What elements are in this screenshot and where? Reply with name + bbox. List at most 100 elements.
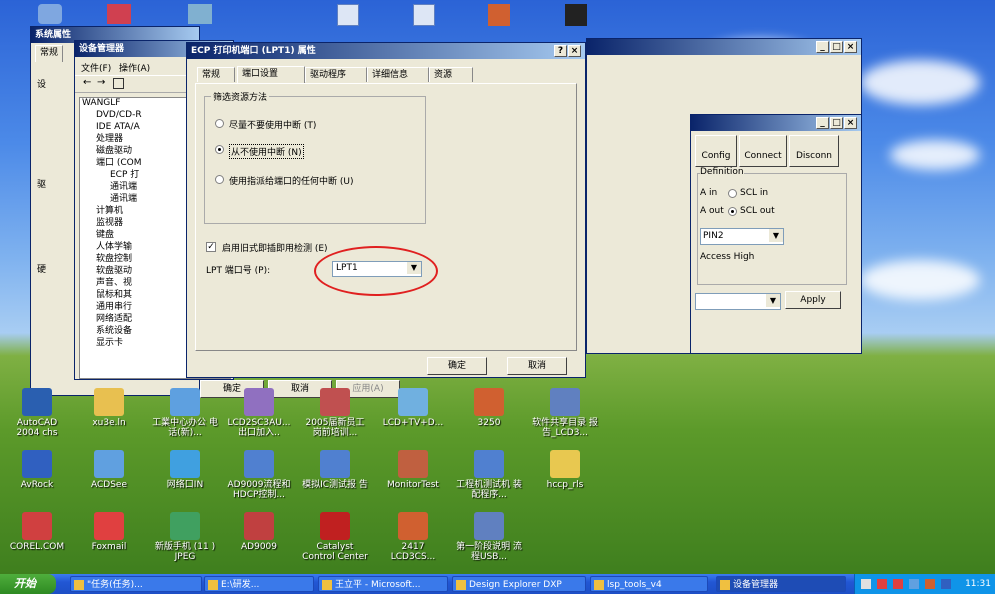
ecp-dialog-titlebar[interactable]: ECP 打印机端口 (LPT1) 属性 [187,43,585,59]
desktop-icon[interactable]: 软件共享目录 报告_LCD3... [532,388,598,438]
legacy-pnp-checkbox[interactable]: ✓ [206,242,216,252]
desktop-icon[interactable]: 2005届新员工 岗前培训... [302,388,368,438]
desktop-icon-label: xu3e.ln [92,418,126,428]
desktop-icon[interactable]: 模拟IC测试报 告 [302,450,368,490]
taskbar-button[interactable]: lsp_tools_v4 [590,576,708,592]
apply-button[interactable]: Apply [785,291,841,309]
close-button[interactable]: × [844,117,857,129]
chevron-down-icon[interactable]: ▼ [769,229,783,242]
tray-icon[interactable] [861,579,871,589]
address-select[interactable]: ▼ [695,293,781,310]
desktop-icon[interactable] [413,4,435,26]
group-label: 驱 [37,180,47,190]
tray-icon[interactable] [893,579,903,589]
tab-driver[interactable]: 驱动程序 [305,67,367,82]
chevron-down-icon[interactable]: ▼ [766,294,780,307]
desktop-icon[interactable]: 2417 LCD3CS... [380,512,446,562]
ok-button[interactable]: 确定 [427,357,487,375]
desktop-icon[interactable]: 工業中心办公 电话(新)... [152,388,218,438]
system-tray: 11:31 [854,574,995,594]
desktop-icon[interactable] [337,4,359,26]
tab-general[interactable]: 常规 [35,45,64,62]
desktop-icon[interactable]: MonitorTest [380,450,446,490]
taskbar-button[interactable]: Design Explorer DXP [452,576,586,592]
maximize-button[interactable]: □ [830,117,843,129]
taskbar-button[interactable]: 设备管理器 [716,576,846,592]
desktop-icon[interactable]: 第一阶段说明 流程USB... [456,512,522,562]
tab-general[interactable]: 常规 [197,67,235,82]
lpt-port-label: LPT 端口号 (P): [206,266,271,276]
tab-label: 驱动程序 [310,70,347,80]
desktop-icon[interactable]: LCD2SC3AU... 出口加入.. [226,388,292,438]
desktop-icon[interactable]: COREL.COM [4,512,70,552]
radio-try-not-use-interrupt[interactable] [215,119,224,128]
desktop-icon-label: LCD2SC3AU... 出口加入.. [227,418,291,438]
close-button[interactable]: × [844,41,857,53]
window-title: 系统属性 [35,30,72,40]
cancel-button[interactable]: 取消 [507,357,567,375]
minimize-button[interactable]: _ [816,117,829,129]
start-button[interactable]: 开始 [0,574,56,594]
help-button[interactable]: ? [554,45,567,57]
scl-in-radio[interactable] [728,189,737,198]
app-icon [320,512,350,540]
tab-port-settings[interactable]: 端口设置 [237,66,305,83]
desktop-icon-label: 工業中心办公 电话(新)... [152,418,218,438]
pin-select[interactable]: PIN2 ▼ [700,228,784,245]
config-button[interactable]: Config [695,135,737,167]
grid-icon[interactable] [113,78,124,89]
taskbar-button[interactable]: 王立平 - Microsoft... [318,576,448,592]
desktop-icon[interactable]: 3250 [456,388,522,428]
desktop-icon[interactable]: AD9009 [226,512,292,552]
access-label: Access High [700,252,755,262]
clock[interactable]: 11:31 [965,574,991,594]
button-label: Disconn [796,151,832,161]
taskbar-label: 王立平 - Microsoft... [335,580,421,590]
desktop-icon[interactable]: xu3e.ln [76,388,142,428]
connect-button[interactable]: Connect [739,135,787,167]
desktop-icon[interactable] [188,4,212,24]
radio-label: 尽量不要使用中断 (T) [229,121,317,131]
tray-icon[interactable] [909,579,919,589]
tray-icon[interactable] [925,579,935,589]
forward-icon[interactable]: → [97,77,105,88]
desktop-icon[interactable]: ACDSee [76,450,142,490]
taskbar-button[interactable]: E:\研发... [204,576,314,592]
desktop-icon[interactable] [107,4,131,24]
app-icon [474,512,504,540]
desktop-icon[interactable]: Foxmail [76,512,142,552]
tab-resources[interactable]: 资源 [429,67,473,82]
desktop-icon[interactable]: LCD+TV+D... [380,388,446,428]
desktop-icon-label: 网络口IN [166,480,204,490]
disconnect-button[interactable]: Disconn [789,135,839,167]
group-label: 设 [37,80,47,90]
maximize-button[interactable]: □ [830,41,843,53]
close-button[interactable]: × [568,45,581,57]
app-icon [170,388,200,416]
radio-never-use-interrupt[interactable] [215,145,224,154]
menu-file[interactable]: 文件(F) [81,61,111,74]
button-label: Apply [800,295,826,305]
menu-action[interactable]: 操作(A) [119,61,150,74]
desktop-icon[interactable]: Catalyst Control Center [302,512,368,562]
desktop-icon[interactable]: hccp_rls [532,450,598,490]
chip-icon[interactable] [565,4,587,26]
desktop-icon[interactable]: AD9009流程和 HDCP控制... [226,450,292,500]
taskbar-button[interactable]: "任务(任务)... [70,576,202,592]
scl-out-radio[interactable] [728,207,737,216]
desktop-icon[interactable]: 工程机测试机 装配程序... [456,450,522,500]
minimize-button[interactable]: _ [816,41,829,53]
tab-details[interactable]: 详细信息 [367,67,429,82]
tray-icon[interactable] [877,579,887,589]
radio-use-any-interrupt[interactable] [215,175,224,184]
tray-icon[interactable] [941,579,951,589]
desktop-icon[interactable] [38,4,62,24]
desktop-icon[interactable] [488,4,510,26]
desktop-icon[interactable]: AvRock [4,450,70,490]
desktop-icon[interactable]: AutoCAD 2004 chs [4,388,70,438]
back-icon[interactable]: ← [83,77,91,88]
taskbar-label: "任务(任务)... [87,580,143,590]
help-icon: ? [557,46,564,56]
desktop-icon[interactable]: 网络口IN [152,450,218,490]
desktop-icon[interactable]: 新版手机 (11 ) JPEG [152,512,218,562]
